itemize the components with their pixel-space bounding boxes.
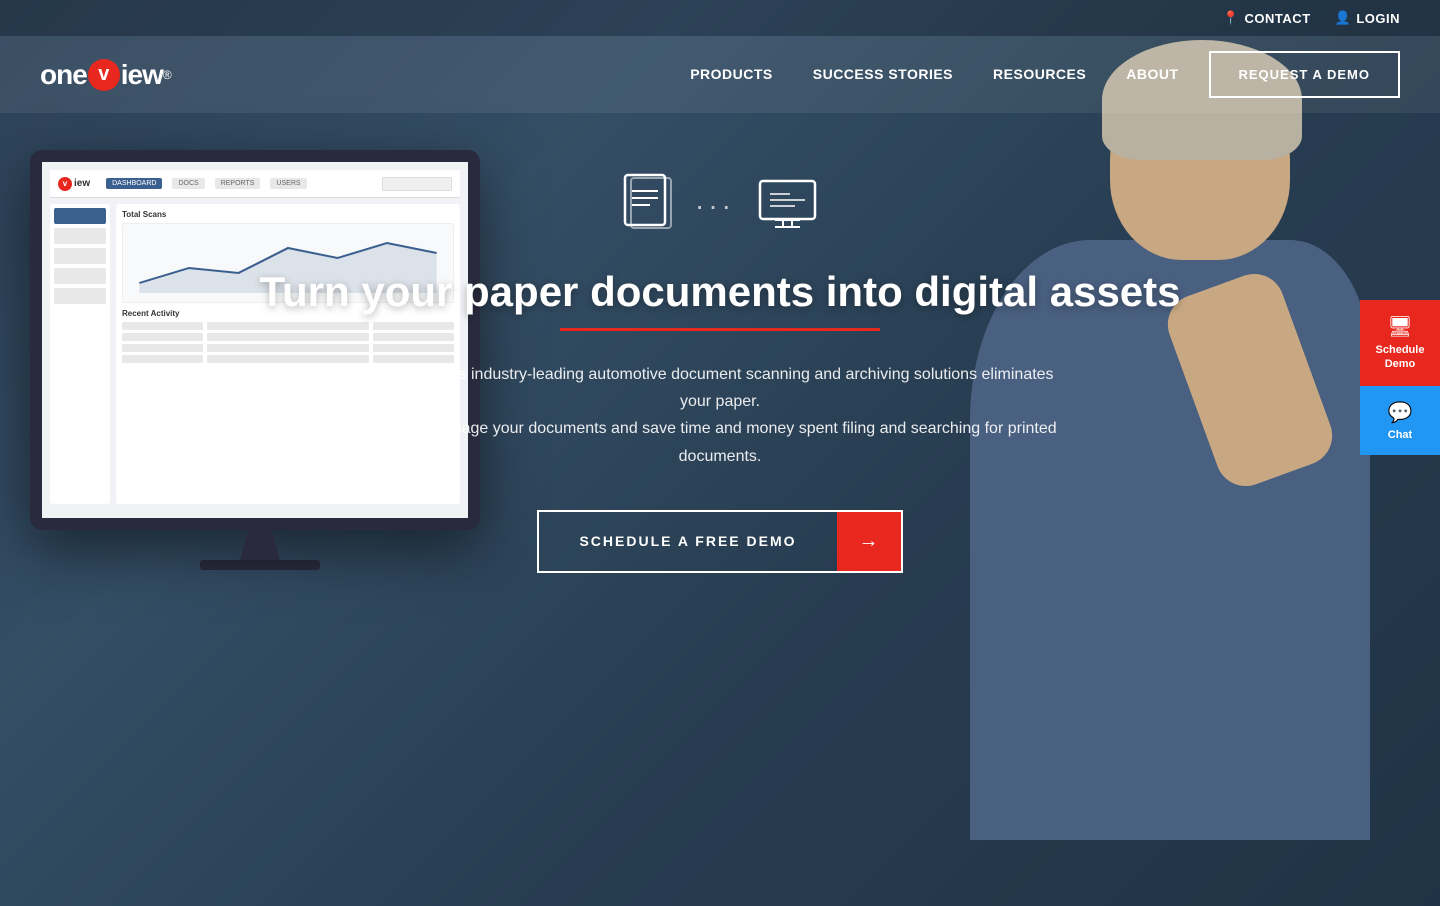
hero-subtext: One View's industry-leading automotive d… [370, 361, 1070, 470]
nav-about[interactable]: ABOUT [1126, 66, 1178, 82]
login-label: LOGIN [1356, 11, 1400, 26]
logo[interactable]: one v iew ® [40, 59, 172, 91]
logo-v-icon: v [88, 59, 120, 91]
logo-reg-symbol: ® [163, 68, 172, 82]
schedule-demo-button[interactable]: SCHEDULE A FREE DEMO → [537, 510, 902, 573]
user-icon: 👤 [1335, 10, 1352, 26]
nav-resources[interactable]: RESOURCES [993, 66, 1086, 82]
contact-label: CONTACT [1245, 11, 1311, 26]
cta-arrow-icon: → [837, 512, 901, 571]
login-link[interactable]: 👤 LOGIN [1335, 10, 1400, 26]
document-icon [620, 173, 675, 238]
schedule-line1: Schedule [1376, 344, 1425, 356]
chat-widget-label: Chat [1372, 429, 1428, 441]
hero-content: ··· Turn your paper documents into digit… [0, 113, 1440, 573]
request-demo-button[interactable]: REQUEST A DEMO [1209, 51, 1401, 98]
headline-underline [560, 328, 880, 331]
chat-widget-icon: 💬 [1372, 400, 1428, 425]
utility-bar: 📍 CONTACT 👤 LOGIN [0, 0, 1440, 36]
arrow-dots: ··· [695, 190, 735, 222]
hero-headline: Turn your paper documents into digital a… [259, 268, 1180, 316]
right-sidebar: 🖥 Schedule Demo 💬 Chat [1360, 300, 1440, 455]
nav-products[interactable]: PRODUCTS [690, 66, 773, 82]
schedule-demo-widget[interactable]: 🖥 Schedule Demo [1360, 300, 1440, 386]
contact-link[interactable]: 📍 CONTACT [1223, 10, 1311, 26]
logo-text-before: one [40, 59, 87, 91]
hero-subtext-line1: One View's industry-leading automotive d… [386, 366, 1053, 410]
hero-subtext-line2: Easily manage your documents and save ti… [383, 420, 1056, 464]
schedule-line2: Demo [1385, 358, 1416, 370]
nav-links: PRODUCTS SUCCESS STORIES RESOURCES ABOUT [690, 66, 1178, 84]
logo-text-after: iew [121, 59, 163, 91]
icons-row: ··· [620, 173, 820, 238]
cta-button-label: SCHEDULE A FREE DEMO [539, 515, 836, 567]
schedule-demo-widget-text: Schedule Demo [1372, 343, 1428, 372]
monitor-icon [755, 176, 820, 236]
navbar: one v iew ® PRODUCTS SUCCESS STORIES RES… [0, 36, 1440, 113]
chat-widget[interactable]: 💬 Chat [1360, 386, 1440, 455]
nav-success-stories[interactable]: SUCCESS STORIES [813, 66, 953, 82]
schedule-demo-widget-icon: 🖥 [1372, 314, 1428, 339]
location-icon: 📍 [1223, 10, 1240, 26]
